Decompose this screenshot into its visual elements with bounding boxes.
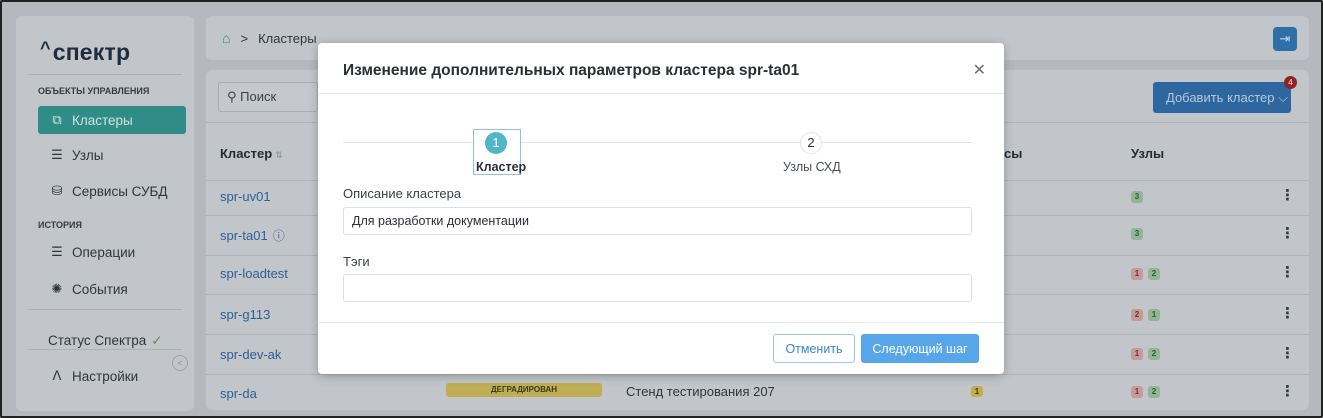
status-badge: ДЕГРАДИРОВАН (446, 383, 602, 397)
node-badge: 3 (1131, 191, 1143, 203)
server-icon: ☰ (51, 147, 63, 162)
cluster-icon: ⧉ (52, 112, 62, 127)
sidebar-divider (28, 349, 182, 350)
sidebar: ^спектр ОБЪЕКТЫ УПРАВЛЕНИЯ ⧉ Кластеры ☰ … (16, 16, 194, 411)
cluster-link[interactable]: spr-loadtest (220, 266, 288, 281)
column-header-services: сы (1004, 146, 1023, 161)
more-vertical-icon[interactable]: ⋮ (1280, 344, 1295, 362)
events-icon: ✺ (51, 281, 63, 296)
node-badge: 1 (1131, 386, 1143, 398)
home-icon[interactable]: ⌂ (222, 30, 230, 46)
row-divider (206, 374, 1309, 375)
breadcrumb-separator: > (240, 30, 249, 46)
chevron-down-icon: ⌵ (1278, 90, 1288, 105)
sidebar-item-status[interactable]: Статус Спектра ✓ (48, 333, 163, 349)
node-badge: 3 (1131, 228, 1143, 240)
cancel-button[interactable]: Отменить (773, 334, 855, 363)
more-vertical-icon[interactable]: ⋮ (1280, 382, 1295, 400)
cluster-link[interactable]: spr-ta01 ⓘ (220, 227, 285, 244)
sidebar-item-events[interactable]: ✺ События (38, 275, 186, 303)
sidebar-item-settings[interactable]: ᐱ Настройки (38, 362, 186, 390)
sidebar-section-objects: ОБЪЕКТЫ УПРАВЛЕНИЯ (38, 86, 150, 96)
logo: ^спектр (40, 38, 131, 65)
operations-icon: ☰ (51, 244, 63, 259)
cluster-link[interactable]: spr-uv01 (220, 189, 271, 204)
cluster-description: Стенд тестирования 207 (626, 384, 775, 399)
column-header-nodes: Узлы (1131, 146, 1165, 161)
sidebar-section-history: ИСТОРИЯ (38, 220, 82, 230)
tags-label: Тэги (343, 254, 370, 269)
search-input[interactable]: ⚲ Поиск (218, 82, 318, 112)
description-input[interactable] (343, 207, 972, 235)
search-icon: ⚲ (227, 89, 237, 104)
breadcrumb: ⌂ > Кластеры (222, 30, 317, 46)
next-step-button[interactable]: Следующий шаг (861, 334, 979, 363)
dialog-footer-divider (318, 322, 1004, 323)
tags-input[interactable] (343, 274, 972, 302)
stepper-line (521, 142, 972, 143)
more-vertical-icon[interactable]: ⋮ (1280, 224, 1295, 242)
more-vertical-icon[interactable]: ⋮ (1280, 263, 1295, 281)
sidebar-divider (28, 309, 182, 310)
cluster-link[interactable]: spr-dev-ak (220, 347, 281, 362)
node-badge: 2 (1148, 268, 1160, 280)
close-icon[interactable]: ✕ (973, 60, 986, 80)
node-badge: 2 (1131, 309, 1143, 321)
sidebar-item-nodes[interactable]: ☰ Узлы (38, 141, 186, 169)
node-badge: 1 (1148, 309, 1160, 321)
dialog-title: Изменение дополнительных параметров клас… (343, 62, 800, 79)
database-icon: ⛁ (51, 183, 63, 198)
logout-icon[interactable]: ⇥ (1273, 27, 1297, 51)
step-1-label: Кластер (476, 160, 527, 174)
user-icon: ᐱ (52, 368, 62, 383)
node-badge: 2 (1148, 348, 1160, 360)
sort-icon[interactable]: ⇅ (275, 150, 283, 160)
dialog-header-divider (318, 93, 1004, 94)
add-cluster-button[interactable]: Добавить кластер ⌵ (1153, 82, 1291, 113)
sidebar-divider (28, 74, 182, 75)
cluster-link[interactable]: spr-g113 (220, 307, 270, 322)
description-label: Описание кластера (343, 186, 462, 201)
node-badge: 1 (1131, 348, 1143, 360)
more-vertical-icon[interactable]: ⋮ (1280, 186, 1295, 204)
breadcrumb-current: Кластеры (258, 30, 317, 46)
step-2-label: Узлы СХД (783, 160, 841, 174)
sidebar-item-db-services[interactable]: ⛁ Сервисы СУБД (38, 177, 186, 205)
step-1-indicator[interactable]: 1 (485, 132, 507, 154)
stepper-line (343, 142, 473, 143)
cluster-link[interactable]: spr-da (220, 386, 257, 401)
sidebar-item-clusters[interactable]: ⧉ Кластеры (38, 106, 186, 134)
step-2-indicator[interactable]: 2 (800, 132, 822, 154)
node-badge: 1 (1131, 268, 1143, 280)
info-icon[interactable]: ⓘ (273, 229, 285, 243)
service-badge: 1 (971, 386, 983, 397)
notification-badge: 4 (1284, 76, 1297, 89)
node-badge: 2 (1148, 386, 1160, 398)
edit-cluster-dialog: Изменение дополнительных параметров клас… (318, 43, 1004, 374)
sidebar-item-operations[interactable]: ☰ Операции (38, 238, 186, 266)
check-icon: ✓ (151, 333, 163, 348)
column-header-cluster[interactable]: Кластер ⇅ (220, 146, 283, 161)
more-vertical-icon[interactable]: ⋮ (1280, 304, 1295, 322)
